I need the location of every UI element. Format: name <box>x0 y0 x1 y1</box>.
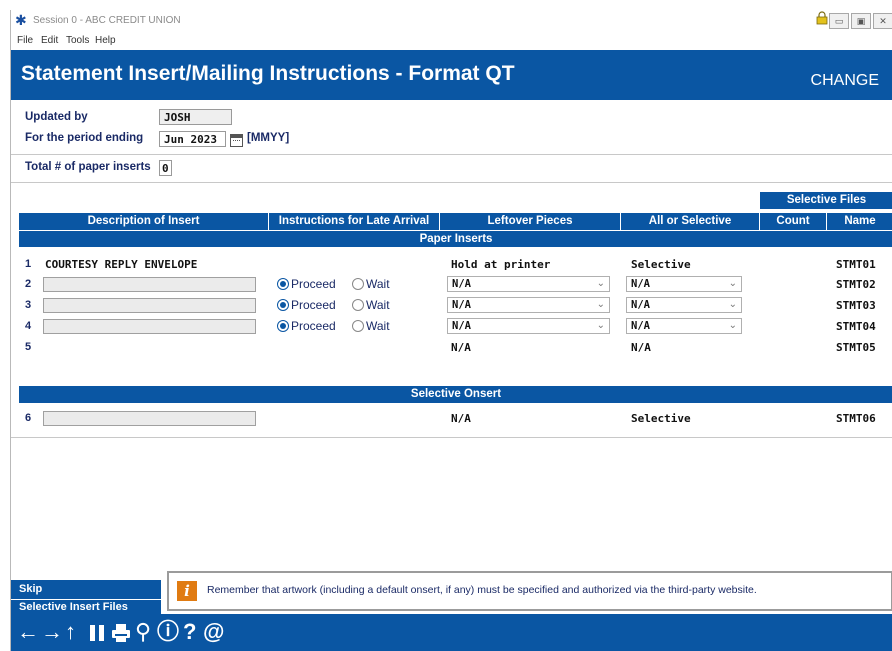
total-inserts-field[interactable]: 0 <box>159 160 172 176</box>
menu-edit[interactable]: Edit <box>41 35 58 46</box>
selective-select[interactable]: N/A ⌄ <box>626 276 742 292</box>
menu-tools[interactable]: Tools <box>66 35 89 46</box>
proceed-label: Proceed <box>291 319 336 333</box>
lock-icon <box>816 11 828 25</box>
selective-files-header: Selective Files <box>760 192 892 209</box>
selective-value: N/A <box>631 341 651 354</box>
pause-icon[interactable] <box>89 624 105 642</box>
row-number: 1 <box>25 258 32 270</box>
page-header: Statement Insert/Mailing Instructions - … <box>11 50 892 100</box>
wait-label: Wait <box>366 319 390 333</box>
file-name: STMT04 <box>836 320 876 333</box>
proceed-radio[interactable] <box>277 278 289 290</box>
col-leftover: Leftover Pieces <box>440 213 621 230</box>
insert-description: COURTESY REPLY ENVELOPE <box>45 258 198 271</box>
total-inserts-label: Total # of paper inserts <box>25 161 151 173</box>
wait-radio[interactable] <box>352 299 364 311</box>
chevron-down-icon: ⌄ <box>728 278 737 289</box>
wait-radio[interactable] <box>352 320 364 332</box>
info-notice: i Remember that artwork (including a def… <box>167 571 892 611</box>
chevron-down-icon: ⌄ <box>596 320 605 331</box>
proceed-radio[interactable] <box>277 320 289 332</box>
menu-help[interactable]: Help <box>95 35 116 46</box>
selective-insert-files-button[interactable]: Selective Insert Files <box>11 600 161 614</box>
period-ending-field[interactable]: Jun 2023 <box>159 131 226 147</box>
row-number: 3 <box>25 299 32 311</box>
updated-by-label: Updated by <box>25 111 88 123</box>
leftover-value: Hold at printer <box>451 258 551 271</box>
forward-arrow-icon[interactable]: → <box>41 620 63 644</box>
leftover-value: N/A <box>451 412 471 425</box>
file-name: STMT03 <box>836 299 876 312</box>
info-icon: i <box>177 581 197 601</box>
app-window: ✱ Session 0 - ABC CREDIT UNION ▭ ▣ ✕ Fil… <box>10 10 892 651</box>
proceed-label: Proceed <box>291 277 336 291</box>
file-name: STMT06 <box>836 412 876 425</box>
row-number: 5 <box>25 341 32 353</box>
proceed-label: Proceed <box>291 298 336 312</box>
minimize-button[interactable]: ▭ <box>829 13 849 29</box>
file-name: STMT02 <box>836 278 876 291</box>
proceed-radio[interactable] <box>277 299 289 311</box>
notice-text: Remember that artwork (including a defau… <box>207 584 757 596</box>
insert-description-input[interactable] <box>43 298 256 313</box>
chevron-down-icon: ⌄ <box>596 278 605 289</box>
col-description: Description of Insert <box>19 213 269 230</box>
file-name: STMT05 <box>836 341 876 354</box>
calendar-icon[interactable] <box>230 134 243 147</box>
close-button[interactable]: ✕ <box>873 13 892 29</box>
link-icon[interactable]: ⚲ <box>135 620 151 644</box>
back-arrow-icon[interactable]: ← <box>17 620 39 644</box>
file-name: STMT01 <box>836 258 876 271</box>
chevron-down-icon: ⌄ <box>596 299 605 310</box>
paper-inserts-header: Paper Inserts <box>19 231 892 247</box>
row-number: 4 <box>25 320 32 332</box>
maximize-button[interactable]: ▣ <box>851 13 871 29</box>
leftover-select[interactable]: N/A ⌄ <box>447 297 610 313</box>
insert-description-input[interactable] <box>43 277 256 292</box>
col-name: Name <box>827 213 892 230</box>
chevron-down-icon: ⌄ <box>728 320 737 331</box>
selective-select[interactable]: N/A ⌄ <box>626 318 742 334</box>
wait-label: Wait <box>366 298 390 312</box>
menu-file[interactable]: File <box>17 35 33 46</box>
chevron-down-icon: ⌄ <box>728 299 737 310</box>
selective-value: Selective <box>631 258 691 271</box>
skip-button[interactable]: Skip <box>11 580 161 599</box>
divider <box>11 154 892 155</box>
wait-label: Wait <box>366 277 390 291</box>
selective-value: Selective <box>631 412 691 425</box>
selective-select[interactable]: N/A ⌄ <box>626 297 742 313</box>
leftover-select[interactable]: N/A ⌄ <box>447 276 610 292</box>
row-number: 6 <box>25 412 32 424</box>
menu-bar: File Edit Tools Help <box>11 32 892 50</box>
session-title: Session 0 - ABC CREDIT UNION <box>33 15 181 26</box>
col-count: Count <box>760 213 827 230</box>
period-ending-label: For the period ending <box>25 132 144 144</box>
wait-radio[interactable] <box>352 278 364 290</box>
app-logo-icon: ✱ <box>15 12 27 28</box>
insert-description-input[interactable] <box>43 319 256 334</box>
row-number: 2 <box>25 278 32 290</box>
title-bar: ✱ Session 0 - ABC CREDIT UNION ▭ ▣ ✕ <box>11 10 892 32</box>
col-all-or-selective: All or Selective <box>621 213 760 230</box>
up-arrow-icon[interactable]: ↑ <box>65 620 76 644</box>
selective-onsert-header: Selective Onsert <box>19 386 892 403</box>
col-instructions: Instructions for Late Arrival <box>269 213 440 230</box>
onsert-description-input[interactable] <box>43 411 256 426</box>
info-circle-icon[interactable]: ⓘ <box>157 620 179 644</box>
help-icon[interactable]: ? <box>183 620 196 644</box>
at-icon[interactable]: @ <box>203 620 224 644</box>
bottom-toolbar: ← → ↑ ⚲ ⓘ ? @ <box>11 614 892 651</box>
leftover-value: N/A <box>451 341 471 354</box>
leftover-select[interactable]: N/A ⌄ <box>447 318 610 334</box>
updated-by-field[interactable]: JOSH <box>159 109 232 125</box>
mode-indicator: CHANGE <box>810 72 879 89</box>
period-format-hint: [MMYY] <box>247 132 290 144</box>
page-title: Statement Insert/Mailing Instructions - … <box>21 62 515 85</box>
print-icon[interactable] <box>111 623 131 643</box>
divider <box>11 437 892 438</box>
divider <box>11 182 892 183</box>
